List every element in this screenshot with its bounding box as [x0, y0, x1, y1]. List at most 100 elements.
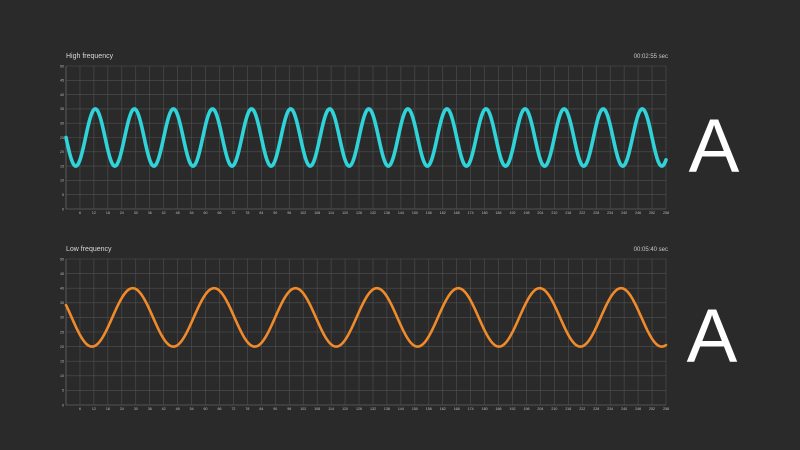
x-tick-label: 240 — [621, 211, 627, 215]
x-tick-label: 114 — [328, 407, 334, 411]
x-tick-label: 252 — [649, 211, 655, 215]
x-tick-label: 156 — [426, 211, 432, 215]
x-tick-label: 162 — [440, 407, 446, 411]
x-tick-label: 222 — [579, 407, 585, 411]
x-tick-label: 36 — [148, 407, 152, 411]
x-tick-label: 48 — [176, 407, 180, 411]
y-tick-label: 5 — [62, 389, 64, 393]
y-tick-label: 45 — [60, 272, 64, 276]
y-tick-label: 35 — [60, 301, 64, 305]
chart-canvas: High frequency 00:02:55 sec 0 5 10 15 20 25 30… — [60, 53, 740, 411]
x-tick-label: 30 — [134, 211, 138, 215]
x-tick-label: 204 — [537, 407, 543, 411]
x-tick-label: 138 — [384, 407, 390, 411]
x-tick-label: 150 — [412, 211, 418, 215]
y-tick-label: 30 — [60, 122, 64, 126]
x-tick-label: 186 — [496, 211, 502, 215]
x-tick-label: 90 — [273, 407, 277, 411]
x-tick-label: 192 — [510, 407, 516, 411]
x-tick-label: 174 — [468, 211, 474, 215]
y-tick-labels: 0 5 10 15 20 25 30 35 40 45 50 — [60, 64, 64, 211]
x-tick-label: 168 — [454, 407, 460, 411]
x-tick-label: 84 — [259, 407, 263, 411]
x-tick-label: 96 — [287, 407, 291, 411]
y-tick-label: 40 — [60, 93, 64, 97]
time-readout: 00:05:40 sec — [634, 247, 668, 253]
x-tick-label: 84 — [259, 211, 263, 215]
chart-panel-high-frequency: High frequency 00:02:55 sec 0 5 10 15 20 25 30… — [60, 53, 740, 215]
x-tick-label: 126 — [356, 407, 362, 411]
x-tick-label: 222 — [579, 211, 585, 215]
x-tick-label: 90 — [273, 211, 277, 215]
chart-panel-low-frequency: Low frequency 00:05:40 sec 0 5 10 15 20 25 30 3… — [60, 246, 738, 411]
x-tick-label: 36 — [148, 211, 152, 215]
y-tick-label: 15 — [60, 164, 64, 168]
x-tick-label: 216 — [565, 211, 571, 215]
x-tick-label: 216 — [565, 407, 571, 411]
y-tick-label: 20 — [60, 345, 64, 349]
x-tick-label: 210 — [551, 211, 557, 215]
x-tick-label: 66 — [217, 211, 221, 215]
x-tick-label: 18 — [106, 407, 110, 411]
grid — [65, 65, 667, 210]
x-tick-label: 114 — [328, 211, 334, 215]
x-tick-label: 258 — [663, 211, 669, 215]
x-tick-label: 168 — [454, 211, 460, 215]
chart-title: High frequency — [66, 53, 114, 60]
y-tick-label: 50 — [60, 257, 64, 261]
x-tick-label: 54 — [190, 211, 194, 215]
x-tick-label: 108 — [314, 407, 320, 411]
x-tick-label: 24 — [120, 407, 124, 411]
y-tick-label: 20 — [60, 150, 64, 154]
x-tick-label: 198 — [523, 407, 529, 411]
y-tick-label: 0 — [62, 207, 64, 211]
x-tick-label: 42 — [162, 211, 166, 215]
x-tick-label: 6 — [79, 407, 81, 411]
x-tick-label: 132 — [370, 407, 376, 411]
x-tick-label: 144 — [398, 407, 404, 411]
x-tick-label: 174 — [468, 407, 474, 411]
x-tick-label: 246 — [635, 407, 641, 411]
side-label: A — [687, 294, 738, 379]
x-tick-label: 12 — [92, 211, 96, 215]
y-tick-label: 10 — [60, 374, 64, 378]
x-tick-label: 72 — [231, 211, 235, 215]
x-tick-label: 24 — [120, 211, 124, 215]
x-tick-label: 54 — [190, 407, 194, 411]
x-tick-label: 126 — [356, 211, 362, 215]
x-tick-label: 48 — [176, 211, 180, 215]
x-tick-label: 12 — [92, 407, 96, 411]
x-tick-label: 156 — [426, 407, 432, 411]
x-tick-label: 150 — [412, 407, 418, 411]
x-tick-label: 120 — [342, 407, 348, 411]
x-tick-label: 240 — [621, 407, 627, 411]
x-tick-label: 144 — [398, 211, 404, 215]
y-tick-label: 0 — [62, 403, 64, 407]
x-tick-label: 258 — [663, 407, 669, 411]
x-tick-label: 66 — [217, 407, 221, 411]
x-tick-label: 120 — [342, 211, 348, 215]
y-tick-label: 35 — [60, 107, 64, 111]
x-tick-label: 210 — [551, 407, 557, 411]
x-tick-label: 246 — [635, 211, 641, 215]
y-tick-label: 10 — [60, 179, 64, 183]
x-tick-label: 108 — [314, 211, 320, 215]
chart-title: Low frequency — [66, 246, 112, 253]
x-tick-label: 162 — [440, 211, 446, 215]
x-tick-label: 78 — [245, 211, 249, 215]
x-tick-label: 252 — [649, 407, 655, 411]
x-tick-labels: 6 12 18 24 30 36 42 48 54 60 66 72 78 84 90 96 102 108 114… — [79, 211, 669, 215]
y-tick-label: 45 — [60, 79, 64, 83]
y-tick-label: 15 — [60, 360, 64, 364]
x-tick-label: 186 — [496, 407, 502, 411]
x-tick-label: 204 — [537, 211, 543, 215]
x-tick-label: 234 — [607, 211, 613, 215]
x-tick-label: 234 — [607, 407, 613, 411]
x-tick-label: 60 — [204, 211, 208, 215]
x-tick-label: 72 — [231, 407, 235, 411]
x-tick-labels: 6 12 18 24 30 36 42 48 54 60 66 72 78 84 90 96 102 108 114… — [79, 407, 669, 411]
x-tick-label: 102 — [300, 407, 306, 411]
x-tick-label: 6 — [79, 211, 81, 215]
y-tick-label: 25 — [60, 136, 64, 140]
y-tick-label: 40 — [60, 287, 64, 291]
